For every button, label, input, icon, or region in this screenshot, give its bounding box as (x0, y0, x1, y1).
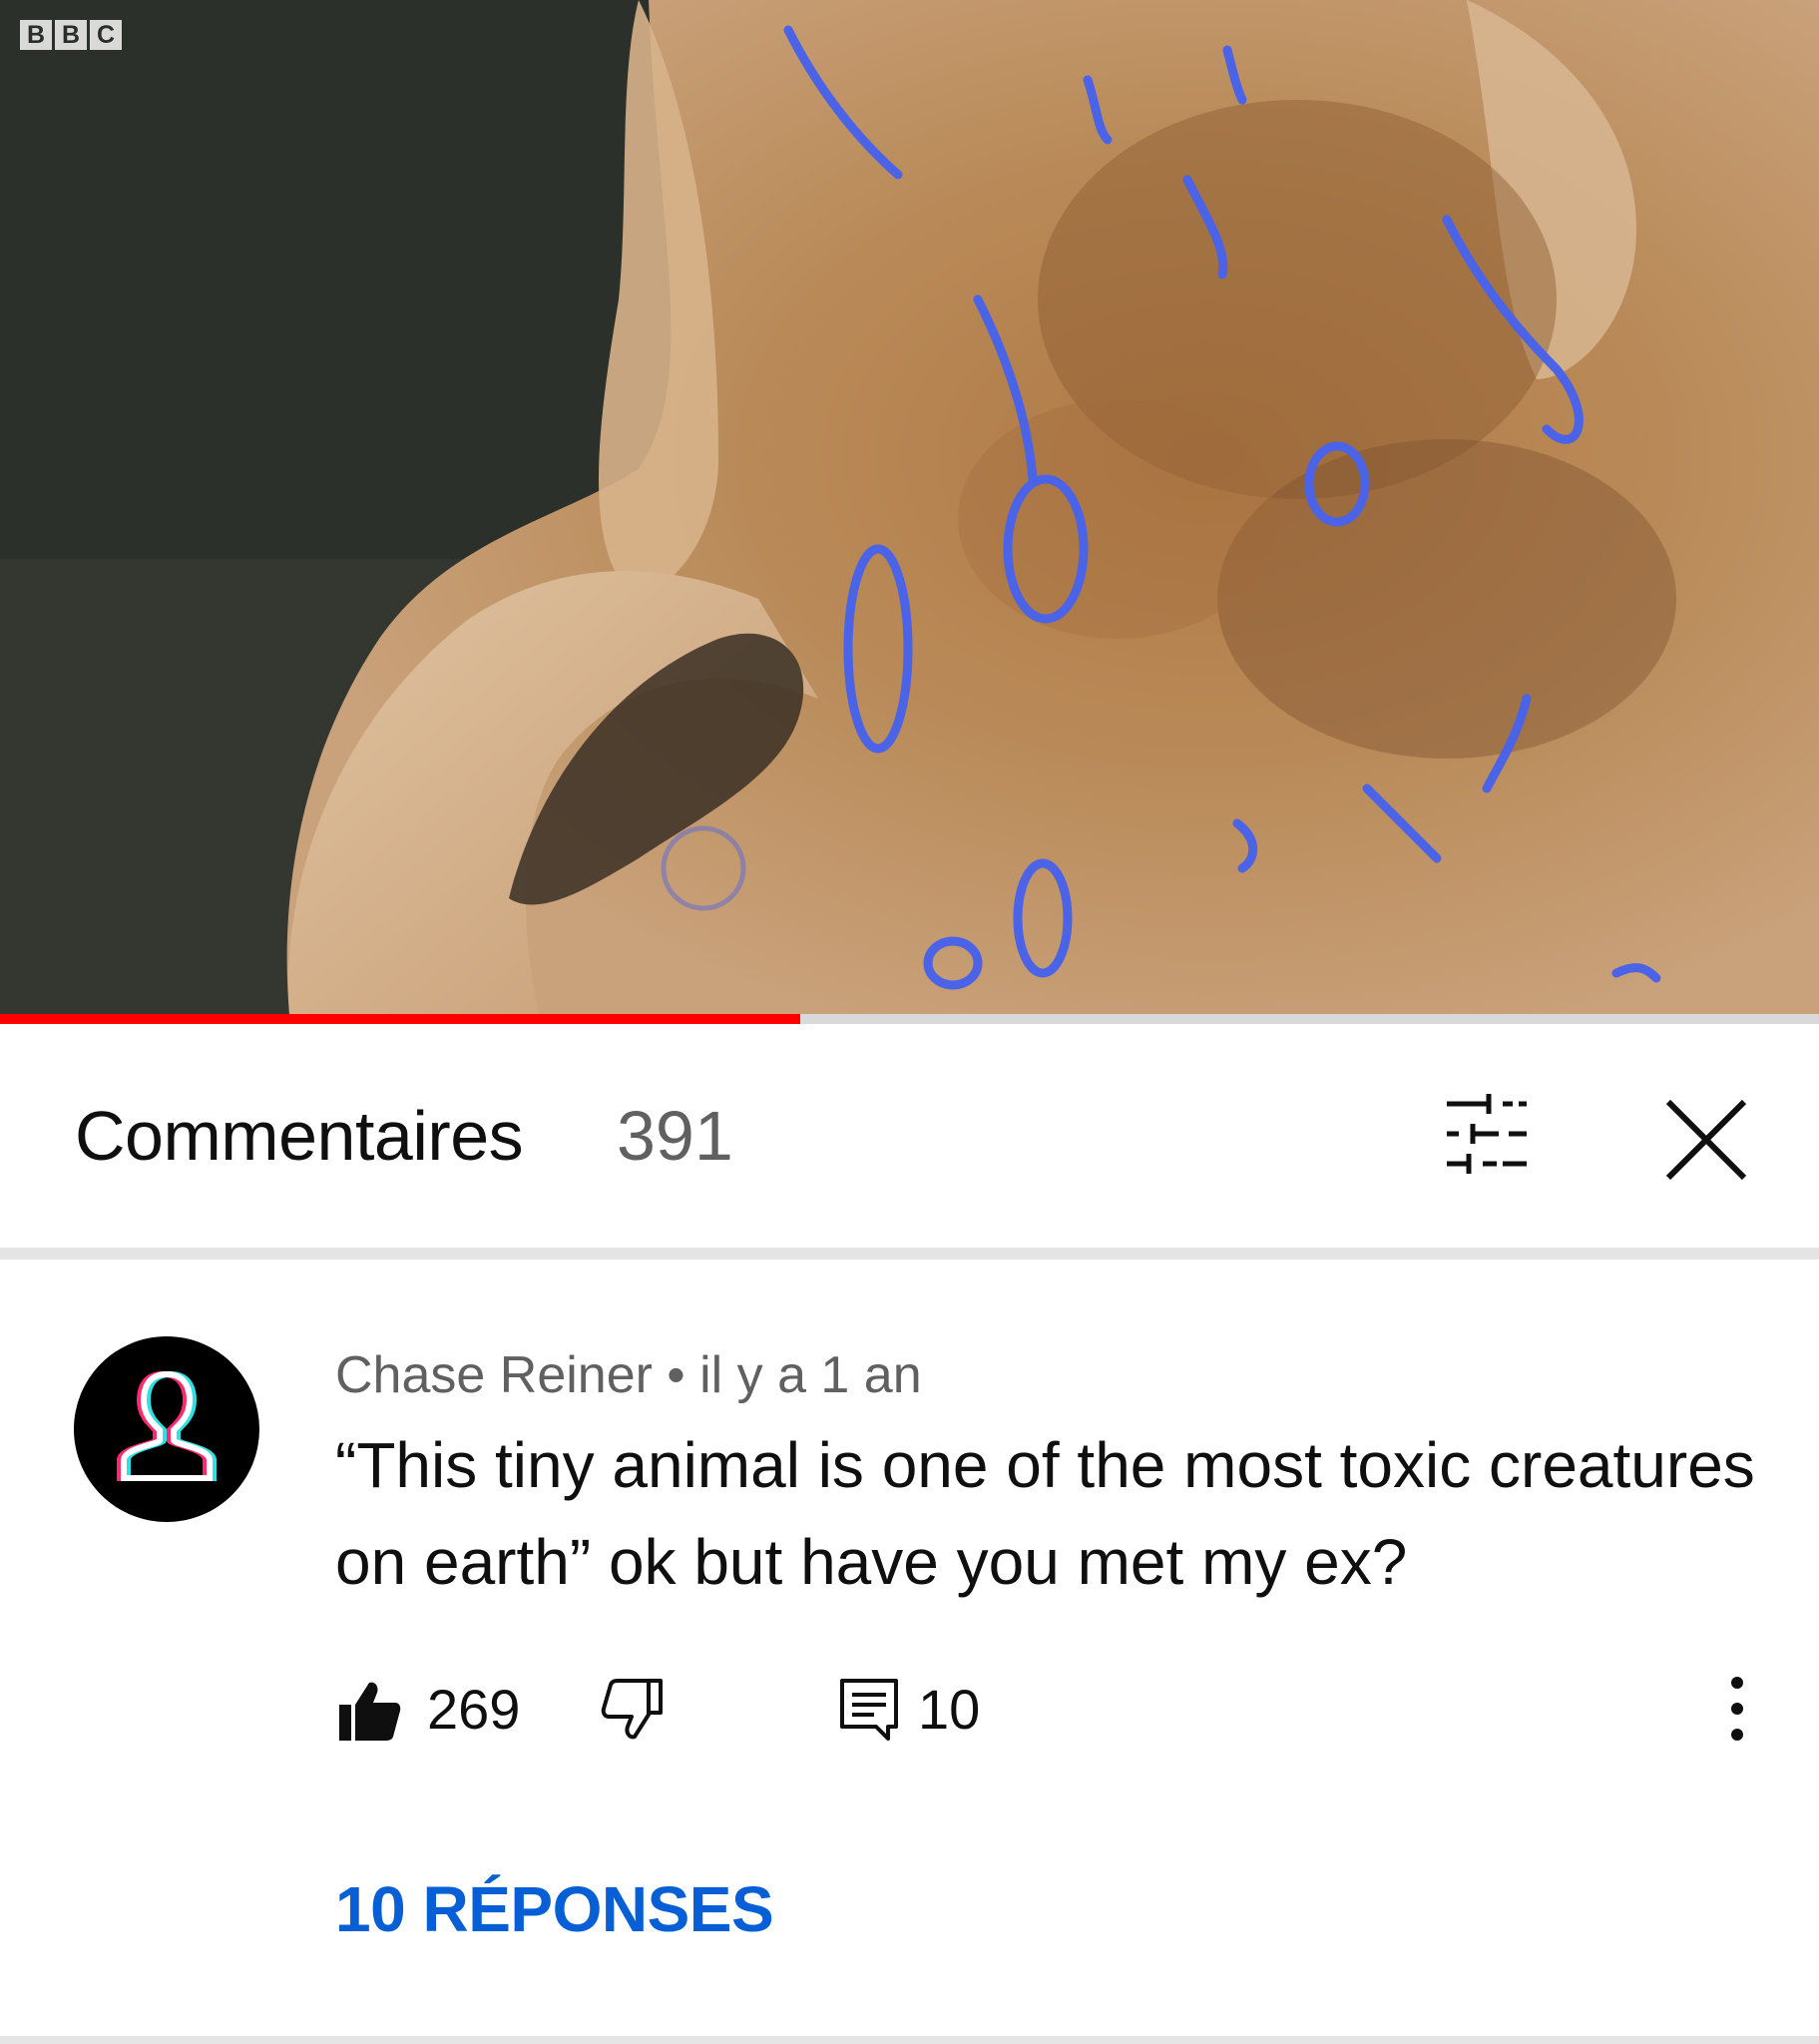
video-player[interactable]: B B C (0, 0, 1819, 1014)
video-progress-fill (0, 1014, 801, 1024)
more-vert-icon (1731, 1677, 1743, 1741)
avatar[interactable] (74, 1336, 259, 1522)
logo-letter: B (55, 20, 87, 50)
comments-header: Commentaires 391 (0, 1024, 1819, 1250)
logo-letter: C (90, 20, 122, 50)
dislike-button[interactable] (597, 1675, 667, 1745)
comment-text: “This tiny animal is one of the most tox… (335, 1429, 1755, 1598)
close-comments-button[interactable] (1656, 1090, 1756, 1190)
bbc-logo: B B C (20, 20, 122, 50)
view-replies-button[interactable]: 10 RÉPONSES (335, 1872, 774, 1946)
logo-letter: B (20, 20, 52, 50)
divider (0, 2036, 1819, 2044)
meta-separator: • (652, 1346, 700, 1404)
video-frame-octopus (0, 0, 1819, 1014)
person-icon (117, 1370, 217, 1481)
comment-timestamp: il y a 1 an (699, 1346, 922, 1404)
comment-thread: Chase Reiner • il y a 1 an “This tiny an… (0, 1260, 1819, 2044)
like-count: 269 (427, 1678, 521, 1741)
comment-author[interactable]: Chase Reiner (335, 1346, 653, 1404)
divider (0, 1248, 1819, 1260)
like-button[interactable] (333, 1675, 403, 1745)
reply-button[interactable] (834, 1673, 904, 1743)
reply-count: 10 (918, 1678, 981, 1741)
thumbs-down-icon (601, 1679, 663, 1740)
sliders-icon (1447, 1094, 1527, 1174)
reply-icon (840, 1679, 898, 1741)
thumbs-up-icon (339, 1682, 401, 1741)
comment-meta: Chase Reiner • il y a 1 an (335, 1345, 922, 1405)
sort-comments-button[interactable] (1437, 1084, 1537, 1184)
close-icon (1665, 1099, 1747, 1181)
comments-title: Commentaires (75, 1097, 524, 1175)
comments-count: 391 (617, 1097, 733, 1175)
video-progress-bar[interactable] (0, 1014, 1819, 1024)
more-options-button[interactable] (1712, 1669, 1762, 1749)
